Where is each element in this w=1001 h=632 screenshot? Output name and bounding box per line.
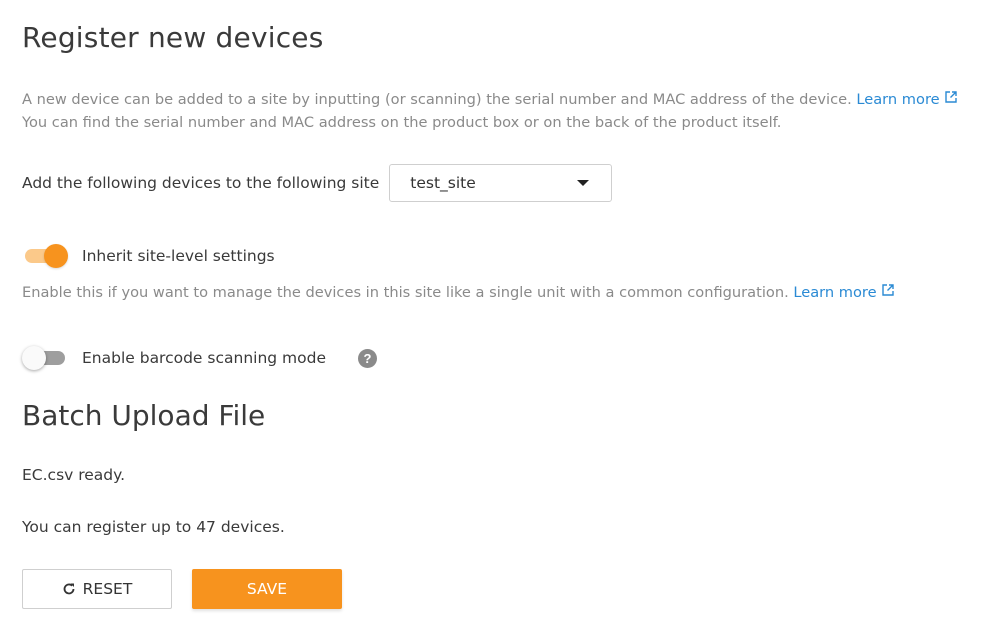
- toggle-knob: [44, 244, 68, 268]
- register-devices-page: Register new devices A new device can be…: [0, 0, 1001, 632]
- toggle-knob: [22, 346, 46, 370]
- barcode-mode-label: Enable barcode scanning mode: [82, 349, 326, 367]
- learn-more-label: Learn more: [856, 91, 940, 108]
- question-circle-icon[interactable]: ?: [358, 348, 377, 368]
- batch-upload-title: Batch Upload File: [22, 399, 266, 432]
- save-button-label: SAVE: [246, 580, 288, 598]
- inherit-settings-description: Enable this if you want to manage the de…: [22, 281, 894, 304]
- learn-more-link[interactable]: Learn more: [856, 91, 957, 108]
- inherit-settings-toggle[interactable]: [22, 243, 68, 269]
- description-line-1: A new device can be added to a site by i…: [22, 88, 997, 111]
- external-link-icon: [881, 284, 894, 296]
- description-text-1: A new device can be added to a site by i…: [22, 91, 852, 108]
- page-description: A new device can be added to a site by i…: [22, 88, 997, 134]
- external-link-icon: [944, 91, 957, 103]
- refresh-icon: [63, 583, 75, 595]
- reset-button[interactable]: RESET: [22, 569, 172, 609]
- site-select-value: test_site: [410, 174, 476, 192]
- site-select-row: Add the following devices to the followi…: [22, 163, 613, 203]
- site-select-label: Add the following devices to the followi…: [22, 174, 380, 192]
- inherit-learn-more-link[interactable]: Learn more: [793, 284, 894, 301]
- barcode-mode-row: Enable barcode scanning mode ?: [22, 345, 377, 371]
- file-status-text: EC.csv ready.: [22, 466, 126, 484]
- inherit-description-text: Enable this if you want to manage the de…: [22, 284, 789, 301]
- chevron-down-icon: [577, 180, 590, 186]
- inherit-settings-row: Inherit site-level settings: [22, 243, 275, 269]
- description-text-2: You can find the serial number and MAC a…: [22, 114, 782, 131]
- site-select-dropdown[interactable]: test_site: [389, 164, 613, 202]
- inherit-settings-label: Inherit site-level settings: [82, 247, 275, 265]
- inherit-learn-more-label: Learn more: [793, 284, 877, 301]
- save-button[interactable]: SAVE: [192, 569, 342, 609]
- page-title: Register new devices: [22, 21, 324, 54]
- barcode-mode-toggle[interactable]: [22, 345, 68, 371]
- reset-button-label: RESET: [82, 580, 133, 598]
- device-limit-text: You can register up to 47 devices.: [22, 518, 285, 536]
